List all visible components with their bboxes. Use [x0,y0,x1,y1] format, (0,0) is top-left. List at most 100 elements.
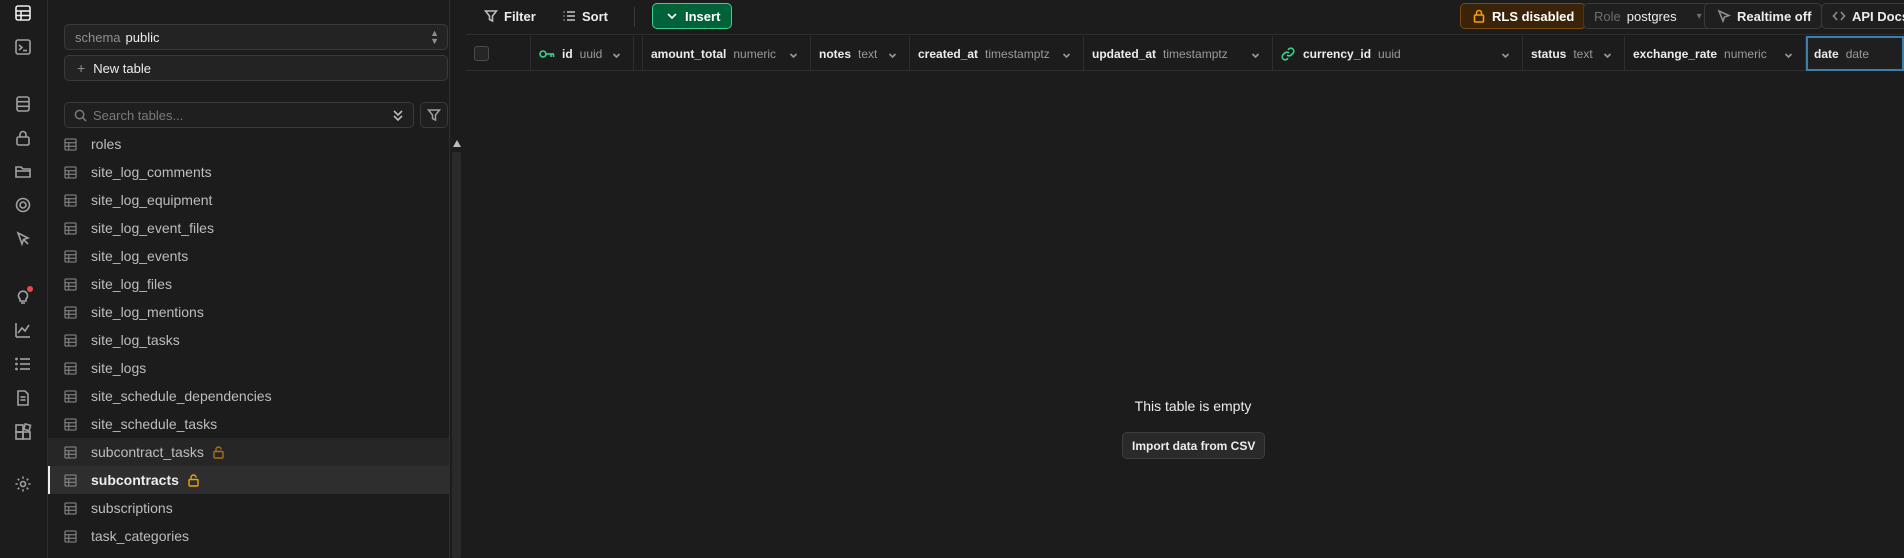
filter-tables-button[interactable] [420,102,448,128]
insert-label: Insert [685,8,721,24]
settings-icon[interactable] [12,473,34,495]
chevron-up-down-icon: ▲ ▼ [430,28,439,46]
table-name: subscriptions [91,500,173,516]
sort-button[interactable]: Sort [554,3,616,29]
table-icon [64,362,77,375]
role-key: Role [1594,8,1621,24]
table-list-item[interactable]: site_schedule_dependencies [48,382,449,410]
table-list-item[interactable]: site_log_files [48,270,449,298]
chevron-down-icon[interactable] [1062,49,1071,59]
table-list-item[interactable]: site_schedule_tasks [48,410,449,438]
column-name: created_at [918,46,979,61]
column-header-status[interactable]: status text [1523,36,1625,71]
icon-rail [0,0,48,558]
schema-select[interactable]: schema public ▲ ▼ [64,24,448,50]
chevron-down-icon[interactable] [1784,49,1793,59]
reports-icon[interactable] [12,319,34,341]
api-docs-label: API Docs [1852,8,1904,24]
search-placeholder: Search tables... [93,107,184,123]
table-list-item[interactable]: site_log_events [48,242,449,270]
table-list-item[interactable]: site_logs [48,354,449,382]
new-table-button[interactable]: + New table [64,55,448,81]
table-name: site_log_files [91,276,172,292]
table-name: site_log_tasks [91,332,180,348]
column-name: currency_id [1303,46,1372,61]
chevron-down-icon[interactable] [1603,49,1612,59]
schema-select-label: schema [75,29,121,45]
table-list-item[interactable]: site_log_equipment [48,186,449,214]
insert-button[interactable]: Insert [652,3,733,29]
table-sidebar: schema public ▲ ▼ + New table Search tabl… [48,0,463,558]
column-header-exchange-rate[interactable]: exchange_rate numeric [1625,36,1806,71]
chevron-down-icon [667,13,677,20]
link-icon [1281,46,1295,61]
sort-label: Sort [582,8,608,24]
table-list-item[interactable]: site_log_mentions [48,298,449,326]
filter-button[interactable]: Filter [476,3,544,29]
sql-editor-icon[interactable] [12,36,34,58]
column-type: numeric [1724,46,1767,61]
column-name: amount_total [651,46,727,61]
grid-header: id uuid amount_total numeric notes text … [466,36,1904,71]
auth-icon[interactable] [12,127,34,149]
realtime-button[interactable]: Realtime off [1704,3,1823,29]
table-name: roles [91,136,122,152]
chevron-down-icon[interactable] [789,49,798,59]
chevron-down-icon[interactable] [888,49,897,59]
column-name: status [1531,46,1567,61]
column-type: uuid [1378,46,1401,61]
database-icon[interactable] [12,93,34,115]
api-docs-icon[interactable] [12,387,34,409]
chevron-down-icon[interactable] [1501,49,1510,59]
column-type: text [858,46,878,61]
table-editor-icon[interactable] [12,2,34,24]
table-list-item[interactable]: site_log_comments [48,158,449,186]
table-list-item[interactable]: roles [48,130,449,158]
import-csv-button[interactable]: Import data from CSV [1122,432,1266,459]
integrations-icon[interactable] [12,421,34,443]
table-list-item[interactable]: site_log_event_files [48,214,449,242]
column-type: numeric [733,46,777,61]
column-header-updated-at[interactable]: updated_at timestamptz [1084,36,1273,71]
schema-select-value: public [125,29,160,45]
table-list-item[interactable]: task_categories [48,522,449,550]
scrollbar-thumb[interactable] [452,152,461,558]
table-icon [64,166,77,179]
role-select[interactable]: Role postgres ▾ [1583,3,1713,29]
search-tables-input[interactable]: Search tables... [64,102,414,128]
chevron-down-icon[interactable] [1251,49,1260,59]
table-list-item[interactable]: subcontract_tasks [48,438,449,466]
logs-icon[interactable] [12,353,34,375]
lock-open-icon [187,473,200,487]
sidebar-scrollbar[interactable] [449,130,463,558]
api-docs-button[interactable]: API Docs [1821,3,1904,29]
select-all-cell [466,36,531,71]
table-icon [64,222,77,235]
column-header-created-at[interactable]: created_at timestamptz [910,36,1084,71]
chevron-down-icon[interactable] [612,49,621,59]
code-icon [1832,11,1846,21]
table-list-item[interactable]: subcontracts [48,466,449,494]
rls-disabled-button[interactable]: RLS disabled [1460,3,1587,29]
column-header-date[interactable]: date date [1806,36,1904,71]
table-icon [64,474,77,487]
column-header-currency-id[interactable]: currency_id uuid [1273,36,1523,71]
table-list-item[interactable]: subscriptions [48,494,449,522]
table-icon [64,502,77,515]
chevrons-down-icon[interactable] [391,108,405,122]
empty-table-message: This table is empty [1134,398,1252,414]
select-all-checkbox[interactable] [474,46,489,61]
scroll-up-arrow-icon[interactable] [453,140,461,147]
realtime-icon[interactable] [12,228,34,250]
advisors-icon[interactable] [12,285,34,307]
column-header-id[interactable]: id uuid [531,36,634,71]
table-list-item[interactable]: site_log_tasks [48,326,449,354]
column-header-notes[interactable]: notes text [811,36,910,71]
table-name: site_log_events [91,248,189,264]
table-name: task_categories [91,528,190,544]
column-header-amount-total[interactable]: amount_total numeric [643,36,811,71]
table-list-item[interactable] [48,550,449,558]
storage-icon[interactable] [12,160,34,182]
edge-functions-icon[interactable] [12,194,34,216]
column-type: uuid [579,46,603,61]
